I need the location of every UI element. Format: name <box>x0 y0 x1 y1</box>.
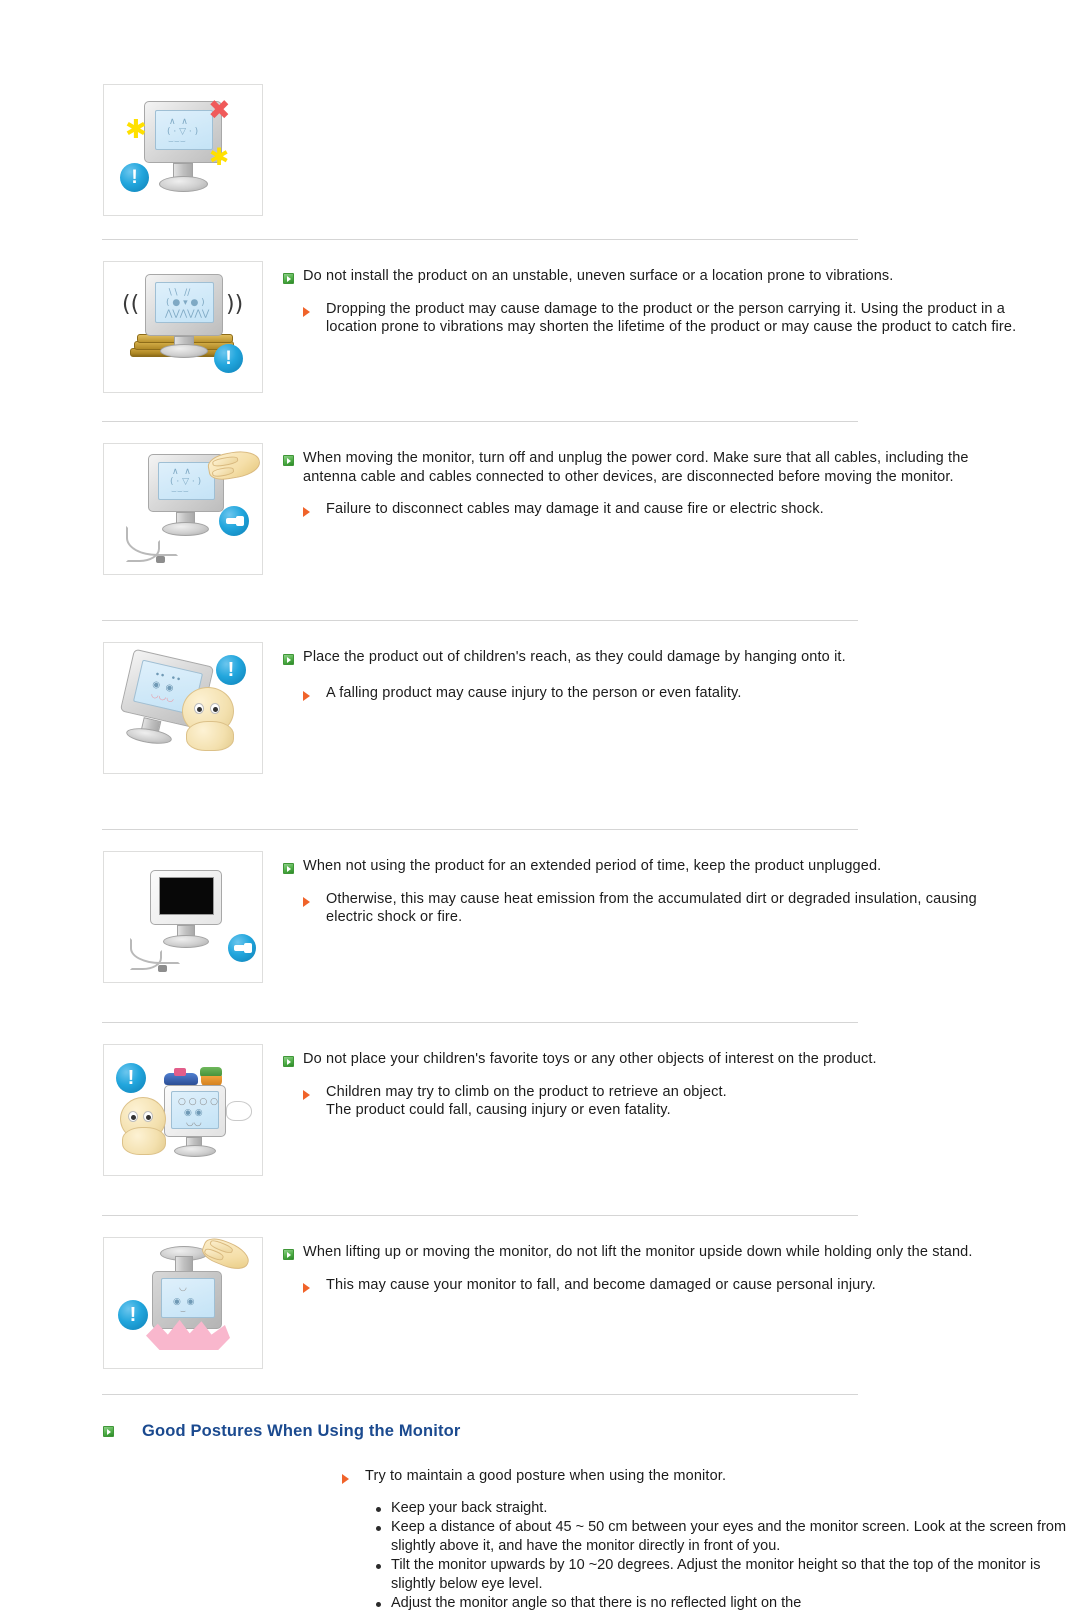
divider <box>102 1394 858 1395</box>
posture-list: Keep your back straight. Keep a distance… <box>342 1499 1080 1613</box>
notice-secondary: A falling product may cause injury to th… <box>303 684 1020 703</box>
hand-icon <box>206 447 262 483</box>
notice-secondary: This may cause your monitor to fall, and… <box>303 1276 1020 1295</box>
baby-body <box>186 721 234 751</box>
orange-arrow-icon <box>303 1282 317 1293</box>
notice-primary: When moving the monitor, turn off and un… <box>283 449 1020 486</box>
divider <box>102 421 858 422</box>
blue-exclamation-icon: ! <box>116 1063 146 1093</box>
hand-icon <box>199 1238 253 1275</box>
text-toys-on-product: Do not place your children's favorite to… <box>263 1044 1020 1122</box>
blue-exclamation-icon: ! <box>214 344 243 373</box>
notice-secondary: Dropping the product may cause damage to… <box>303 300 1020 337</box>
section-unstable-surface: ∖∖ ∕∕ ( ● ▾ ● ) ⋀⋁⋀⋁⋀⋁ (( )) ! Do not in… <box>0 261 1080 393</box>
blue-exclamation-icon: ! <box>120 163 149 192</box>
hand-icon <box>226 1101 252 1121</box>
notice-primary: When lifting up or moving the monitor, d… <box>283 1243 1020 1262</box>
section-moving-monitor: ∧ ∧ ( · ▽ · ) ⌣⌣⌣ When moving the monito… <box>0 443 1080 575</box>
notice-secondary: Otherwise, this may cause heat emission … <box>303 890 1020 927</box>
text-sparkle-clean <box>263 84 1020 90</box>
notice-primary: Do not place your children's favorite to… <box>283 1050 1020 1069</box>
orange-arrow-icon <box>342 1474 356 1484</box>
orange-arrow-icon <box>303 1089 317 1100</box>
green-square-play-icon <box>283 863 294 874</box>
figure-extended-unplug <box>103 851 263 983</box>
green-square-play-icon <box>283 273 294 284</box>
figure-children-reach: •• •• ◉ ◉ ◡◡◡ ! <box>103 642 263 774</box>
blue-exclamation-icon: ! <box>216 655 246 685</box>
page-title: Good Postures When Using the Monitor <box>0 1422 1080 1441</box>
section-children-reach: •• •• ◉ ◉ ◡◡◡ ! Place the product out of… <box>0 642 1080 774</box>
figure-toys-on-product: ○ ○ ○ ○ ◉ ◉ ◡◡ ! <box>103 1044 263 1176</box>
notice-primary: Do not install the product on an unstabl… <box>283 267 1020 286</box>
figure-sparkle-clean: ∧ ∧ ( · ▽ · ) ⌣⌣⌣ ✱ ✱ ✖ ! <box>103 84 263 216</box>
posture-block: Try to maintain a good posture when usin… <box>0 1441 1080 1613</box>
list-item: Tilt the monitor upwards by 10 ~20 degre… <box>376 1556 1080 1593</box>
divider <box>102 1022 858 1023</box>
round-dot-icon <box>376 1602 381 1607</box>
notice-primary: When not using the product for an extend… <box>283 857 1020 876</box>
round-dot-icon <box>376 1506 381 1512</box>
figure-moving-monitor: ∧ ∧ ( · ▽ · ) ⌣⌣⌣ <box>103 443 263 575</box>
orange-arrow-icon <box>303 690 317 701</box>
orange-arrow-icon <box>303 306 317 317</box>
baby-body <box>122 1127 166 1155</box>
orange-arrow-icon <box>303 507 317 517</box>
green-square-play-icon <box>283 1249 294 1260</box>
divider <box>102 620 858 621</box>
figure-lifting-upside-down: ◡ ◉ ◉ ⌣ ! <box>103 1237 263 1369</box>
list-item: Keep a distance of about 45 ~ 50 cm betw… <box>376 1518 1080 1555</box>
divider <box>102 239 858 240</box>
manual-page: ∧ ∧ ( · ▽ · ) ⌣⌣⌣ ✱ ✱ ✖ ! ∖∖ ∕∕ (● ▾ ● … <box>0 84 1080 1612</box>
blue-exclamation-icon: ! <box>118 1300 148 1330</box>
divider <box>102 1215 858 1216</box>
round-dot-icon <box>376 1564 381 1569</box>
heading-label: Good Postures When Using the Monitor <box>142 1422 461 1440</box>
section-sparkle-clean: ∧ ∧ ( · ▽ · ) ⌣⌣⌣ ✱ ✱ ✖ ! <box>0 84 1080 216</box>
divider <box>102 829 858 830</box>
blue-plug-icon <box>219 506 249 536</box>
text-moving-monitor: When moving the monitor, turn off and un… <box>263 443 1020 521</box>
text-extended-unplug: When not using the product for an extend… <box>263 851 1020 929</box>
list-item: Adjust the monitor angle so that there i… <box>376 1594 1080 1613</box>
green-square-play-icon <box>283 1056 294 1067</box>
round-dot-icon <box>376 1526 381 1531</box>
posture-intro: Try to maintain a good posture when usin… <box>342 1467 1080 1486</box>
list-item: Keep your back straight. <box>376 1499 1080 1518</box>
text-lifting-upside-down: When lifting up or moving the monitor, d… <box>263 1237 1020 1296</box>
notice-primary: Place the product out of children's reac… <box>283 648 1020 667</box>
orange-arrow-icon <box>303 896 317 907</box>
section-lifting-upside-down: ◡ ◉ ◉ ⌣ ! When lifting up or moving the … <box>0 1237 1080 1369</box>
text-unstable-surface: Do not install the product on an unstabl… <box>263 261 1020 339</box>
notice-secondary: Failure to disconnect cables may damage … <box>303 500 1020 519</box>
blue-plug-icon <box>228 934 256 962</box>
text-children-reach: Place the product out of children's reac… <box>263 642 1020 704</box>
green-square-play-icon <box>103 1426 114 1437</box>
dark-screen <box>159 877 214 915</box>
notice-secondary: Children may try to climb on the product… <box>303 1083 1020 1120</box>
section-extended-unplug: When not using the product for an extend… <box>0 851 1080 983</box>
section-toys-on-product: ○ ○ ○ ○ ◉ ◉ ◡◡ ! Do not place your child… <box>0 1044 1080 1176</box>
toy-block <box>174 1068 186 1076</box>
figure-unstable-surface: ∖∖ ∕∕ ( ● ▾ ● ) ⋀⋁⋀⋁⋀⋁ (( )) ! <box>103 261 263 393</box>
green-square-play-icon <box>283 455 294 466</box>
green-square-play-icon <box>283 654 294 665</box>
